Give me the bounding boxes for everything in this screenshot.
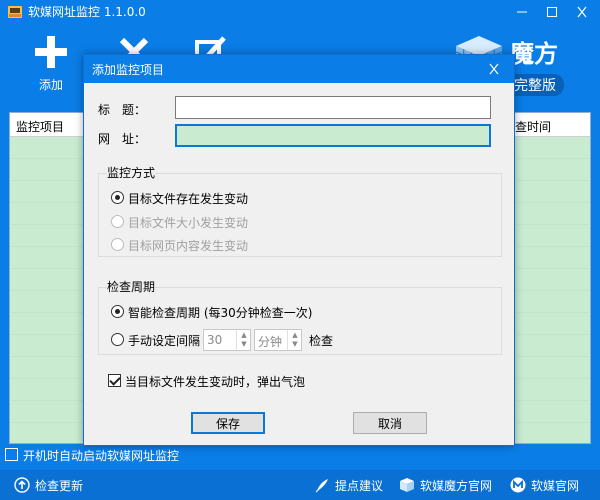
feather-pen-icon — [315, 479, 328, 493]
maximize-icon[interactable] — [540, 2, 564, 22]
unit-up-icon: ▲ — [292, 331, 298, 339]
add-monitor-dialog: 添加监控项目 标 题： 网 址： 监控方式 目标文件存在发生变动 目标文件大小发… — [83, 54, 515, 446]
period-suffix-label: 检查 — [309, 334, 334, 348]
period-option-manual-radio[interactable] — [111, 333, 124, 346]
upload-arrow-icon — [14, 477, 30, 493]
check-period-title: 检查周期 — [107, 279, 156, 295]
check-update-label: 检查更新 — [35, 479, 84, 493]
title-field-label: 标 题： — [98, 103, 147, 117]
check-period-group: 检查周期 智能检查周期 (每30分钟检查一次) 手动设定间隔 30 ▲ ▼ 分钟 — [98, 279, 502, 355]
monitor-option-file-exists-radio[interactable] — [111, 191, 124, 204]
ruanmei-site-label: 软媒官网 — [531, 479, 580, 493]
monitor-option-file-exists-label[interactable]: 目标文件存在发生变动 — [128, 190, 248, 207]
notify-label[interactable]: 当目标文件发生变动时，弹出气泡 — [125, 373, 305, 390]
add-button[interactable]: 添加 — [21, 30, 81, 102]
dialog-title: 添加监控项目 — [92, 63, 165, 77]
title-bar: 软媒网址监控 1.1.0.0 — [0, 0, 600, 24]
unit-spinner: 分钟 ▲ ▼ — [254, 329, 302, 351]
cancel-button[interactable]: 取消 — [353, 412, 427, 434]
check-update-link[interactable]: 检查更新 — [14, 476, 94, 494]
monitor-option-file-size-label: 目标文件大小发生变动 — [128, 216, 249, 230]
mofang-site-label: 软媒魔方官网 — [420, 479, 493, 493]
column-header-item[interactable]: 监控项目 — [16, 118, 64, 135]
close-icon[interactable] — [570, 2, 594, 22]
dialog-title-bar: 添加监控项目 — [84, 55, 514, 83]
url-input[interactable] — [175, 124, 491, 147]
monitor-option-file-size-radio — [111, 215, 124, 228]
interval-spinner: 30 ▲ ▼ — [203, 329, 251, 351]
autostart-label[interactable]: 开机时自动启动软媒网址监控 — [23, 447, 179, 464]
autostart-checkbox[interactable] — [5, 448, 18, 461]
monitor-method-title: 监控方式 — [107, 165, 156, 181]
notify-checkbox[interactable] — [108, 374, 121, 387]
ruanmei-logo-icon — [510, 477, 526, 493]
app-logo-icon — [8, 6, 22, 18]
period-option-smart-label[interactable]: 智能检查周期 (每30分钟检查一次) — [128, 304, 312, 321]
ruanmei-site-link[interactable]: 软媒官网 — [510, 476, 588, 494]
suggest-link[interactable]: 提点建议 — [314, 476, 386, 494]
minimize-icon[interactable] — [510, 2, 534, 22]
mofang-logo-icon — [400, 478, 414, 492]
suggest-label: 提点建议 — [335, 479, 384, 493]
dialog-body: 标 题： 网 址： 监控方式 目标文件存在发生变动 目标文件大小发生变动 目标网… — [84, 83, 514, 445]
plus-icon — [35, 36, 67, 68]
column-header-time[interactable]: 查时间 — [515, 118, 551, 135]
unit-down-icon: ▼ — [292, 340, 298, 348]
window-title: 软媒网址监控 1.1.0.0 — [28, 5, 146, 19]
period-option-smart-radio[interactable] — [111, 305, 124, 318]
period-option-manual[interactable]: 手动设定间隔 30 ▲ ▼ 分钟 ▲ ▼ 检查 — [111, 329, 351, 351]
interval-value: 30 — [207, 333, 223, 347]
unit-value: 分钟 — [258, 335, 283, 349]
url-field-label: 网 址： — [98, 132, 147, 146]
interval-down-icon: ▼ — [241, 340, 247, 348]
title-input[interactable] — [175, 96, 491, 119]
interval-spinner-arrows: ▲ ▼ — [236, 330, 250, 350]
mofang-site-link[interactable]: 软媒魔方官网 — [399, 476, 497, 494]
save-button[interactable]: 保存 — [191, 412, 265, 434]
status-bar: 检查更新 提点建议 软媒魔方官网 软媒官网 — [0, 470, 600, 500]
monitor-method-group: 监控方式 目标文件存在发生变动 目标文件大小发生变动 目标网页内容发生变动 — [98, 165, 502, 257]
monitor-option-page-content-radio — [111, 238, 124, 251]
period-option-manual-label[interactable]: 手动设定间隔 — [128, 332, 200, 349]
brand-name: 魔方 — [510, 40, 558, 68]
monitor-option-page-content-label: 目标网页内容发生变动 — [128, 239, 249, 253]
unit-spinner-arrows: ▲ ▼ — [287, 330, 301, 350]
add-button-label: 添加 — [38, 78, 63, 92]
interval-up-icon: ▲ — [241, 331, 247, 339]
dialog-close-icon[interactable] — [482, 59, 506, 79]
